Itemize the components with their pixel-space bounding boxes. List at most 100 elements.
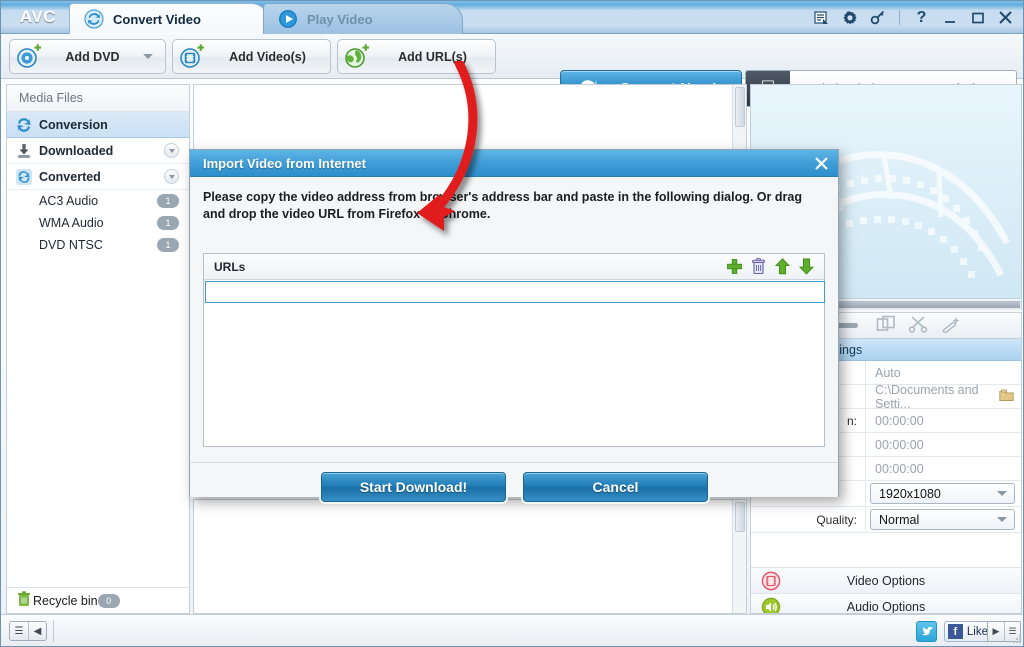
sidebar: Media Files Conversion Downloaded Conver… bbox=[6, 84, 190, 614]
video-options-label: Video Options bbox=[846, 573, 926, 588]
twitter-button[interactable] bbox=[916, 621, 937, 642]
download-icon bbox=[15, 142, 33, 160]
move-down-icon[interactable] bbox=[797, 257, 816, 276]
sidebar-item-dvd-ntsc[interactable]: DVD NTSC 1 bbox=[7, 234, 189, 256]
tab-play-video-label: Play Video bbox=[307, 11, 373, 27]
urls-header: URLs bbox=[204, 254, 824, 280]
add-videos-label: Add Video(s) bbox=[229, 49, 306, 64]
statusbar-panel-toggle[interactable]: ☰ ◀ bbox=[9, 621, 47, 641]
video-options-button[interactable]: Video Options bbox=[751, 567, 1021, 593]
app-logo: AVC bbox=[19, 7, 57, 26]
delete-url-icon[interactable] bbox=[749, 257, 768, 276]
chevron-down-icon bbox=[997, 491, 1007, 496]
recycle-bin-label: Recycle bin bbox=[33, 593, 98, 608]
sidebar-item-conversion[interactable]: Conversion bbox=[7, 112, 189, 138]
sidebar-item-ac3-audio-label: AC3 Audio bbox=[39, 194, 99, 208]
facebook-icon: f bbox=[947, 624, 963, 639]
detail-pane-scrollbar[interactable] bbox=[732, 500, 746, 613]
add-urls-button[interactable]: Add URL(s) bbox=[337, 39, 496, 74]
sidebar-item-wma-audio[interactable]: WMA Audio 1 bbox=[7, 212, 189, 234]
gear-icon[interactable] bbox=[840, 8, 859, 27]
tab-play-video[interactable]: Play Video bbox=[263, 3, 463, 34]
list-view-icon[interactable]: ☰ bbox=[10, 622, 28, 640]
settings-filler bbox=[751, 533, 1021, 567]
sidebar-item-downloaded[interactable]: Downloaded bbox=[7, 138, 189, 164]
scrollbar-thumb[interactable] bbox=[735, 87, 745, 127]
start-download-button[interactable]: Start Download! bbox=[321, 472, 506, 502]
copy-icon[interactable] bbox=[876, 315, 896, 336]
quality-select[interactable]: Normal bbox=[870, 509, 1015, 530]
facebook-like-label: Like bbox=[966, 625, 988, 638]
conversion-icon bbox=[15, 116, 33, 134]
chevron-down-icon[interactable] bbox=[143, 54, 153, 59]
media-detail-pane[interactable] bbox=[193, 499, 747, 614]
video-options-icon bbox=[761, 571, 781, 591]
settings-folder-path: C:\Documents and Setti... bbox=[875, 382, 979, 411]
convert-icon bbox=[84, 9, 104, 29]
sidebar-item-downloaded-label: Downloaded bbox=[39, 143, 114, 158]
recycle-bin-badge: 0 bbox=[97, 593, 120, 608]
move-up-icon[interactable] bbox=[773, 257, 792, 276]
add-videos-button[interactable]: Add Video(s) bbox=[172, 39, 331, 74]
url-input[interactable] bbox=[205, 281, 825, 303]
sidebar-item-ac3-audio[interactable]: AC3 Audio 1 bbox=[7, 190, 189, 212]
audio-options-label: Audio Options bbox=[846, 599, 926, 614]
sidebar-item-converted-label: Converted bbox=[39, 169, 101, 184]
scissors-icon[interactable] bbox=[908, 315, 928, 336]
chevron-down-icon[interactable] bbox=[164, 169, 179, 184]
window-controls: ? bbox=[812, 1, 1015, 34]
badge-count: 1 bbox=[157, 194, 179, 208]
collapse-left-icon[interactable]: ◀ bbox=[28, 622, 46, 640]
main-toolbar: Add DVD Add Video(s) Add URL(s) bbox=[1, 34, 1023, 107]
video-icon bbox=[179, 43, 205, 70]
magic-wand-icon[interactable] bbox=[940, 315, 960, 336]
sidebar-item-recycle-bin[interactable]: Recycle bin 0 bbox=[7, 587, 189, 613]
title-bar: AVC Convert Video Play Video ? bbox=[1, 1, 1023, 34]
tab-convert-video-label: Convert Video bbox=[113, 11, 201, 27]
divider bbox=[899, 10, 900, 25]
key-icon[interactable] bbox=[868, 8, 887, 27]
settings-value-folder[interactable]: C:\Documents and Setti... bbox=[866, 382, 1021, 411]
cancel-button[interactable]: Cancel bbox=[523, 472, 708, 502]
settings-value-start-time[interactable]: 00:00:00 bbox=[866, 433, 1021, 456]
add-dvd-button[interactable]: Add DVD bbox=[9, 39, 166, 74]
divider bbox=[53, 620, 54, 642]
settings-value-end-time[interactable]: 00:00:00 bbox=[866, 457, 1021, 480]
list-icon[interactable] bbox=[812, 8, 831, 27]
scrollbar-thumb[interactable] bbox=[735, 502, 745, 532]
dvd-icon bbox=[16, 43, 42, 70]
add-dvd-label: Add DVD bbox=[65, 49, 120, 64]
sidebar-item-converted[interactable]: Converted bbox=[7, 164, 189, 190]
resolution-select[interactable]: 1920x1080 bbox=[870, 483, 1015, 504]
sidebar-item-wma-audio-label: WMA Audio bbox=[39, 216, 104, 230]
help-icon[interactable]: ? bbox=[912, 8, 931, 27]
dialog-title: Import Video from Internet bbox=[203, 155, 366, 171]
audio-options-button[interactable]: Audio Options bbox=[751, 593, 1021, 614]
resize-grip[interactable] bbox=[1012, 634, 1022, 644]
play-arrow-icon[interactable]: ▶ bbox=[988, 622, 1004, 641]
status-bar: ☰ ◀ f Like ▶ ☰ bbox=[1, 614, 1023, 646]
settings-value-duration[interactable]: 00:00:00 bbox=[866, 409, 1021, 432]
trash-icon bbox=[15, 590, 33, 611]
folder-icon[interactable] bbox=[999, 389, 1014, 405]
add-url-icon[interactable] bbox=[725, 257, 744, 276]
close-icon[interactable] bbox=[810, 152, 832, 174]
settings-row-quality: Quality: Normal bbox=[751, 507, 1021, 533]
sidebar-item-dvd-ntsc-label: DVD NTSC bbox=[39, 238, 103, 252]
sidebar-header: Media Files bbox=[7, 85, 189, 112]
minimize-icon[interactable] bbox=[940, 8, 959, 27]
dialog-description: Please copy the video address from brows… bbox=[203, 190, 802, 221]
chevron-down-icon[interactable] bbox=[164, 143, 179, 158]
dialog-title-bar: Import Video from Internet bbox=[190, 150, 838, 177]
quality-value: Normal bbox=[879, 512, 920, 527]
settings-value-auto[interactable]: Auto bbox=[866, 361, 1021, 384]
quality-label: Quality: bbox=[751, 507, 866, 532]
close-icon[interactable] bbox=[996, 8, 1015, 27]
maximize-icon[interactable] bbox=[968, 8, 987, 27]
globe-icon bbox=[344, 43, 370, 70]
tab-convert-video[interactable]: Convert Video bbox=[69, 3, 269, 34]
chevron-down-icon bbox=[997, 517, 1007, 522]
badge-count: 1 bbox=[157, 238, 179, 252]
resolution-value: 1920x1080 bbox=[879, 486, 941, 501]
urls-panel: URLs bbox=[203, 253, 825, 447]
